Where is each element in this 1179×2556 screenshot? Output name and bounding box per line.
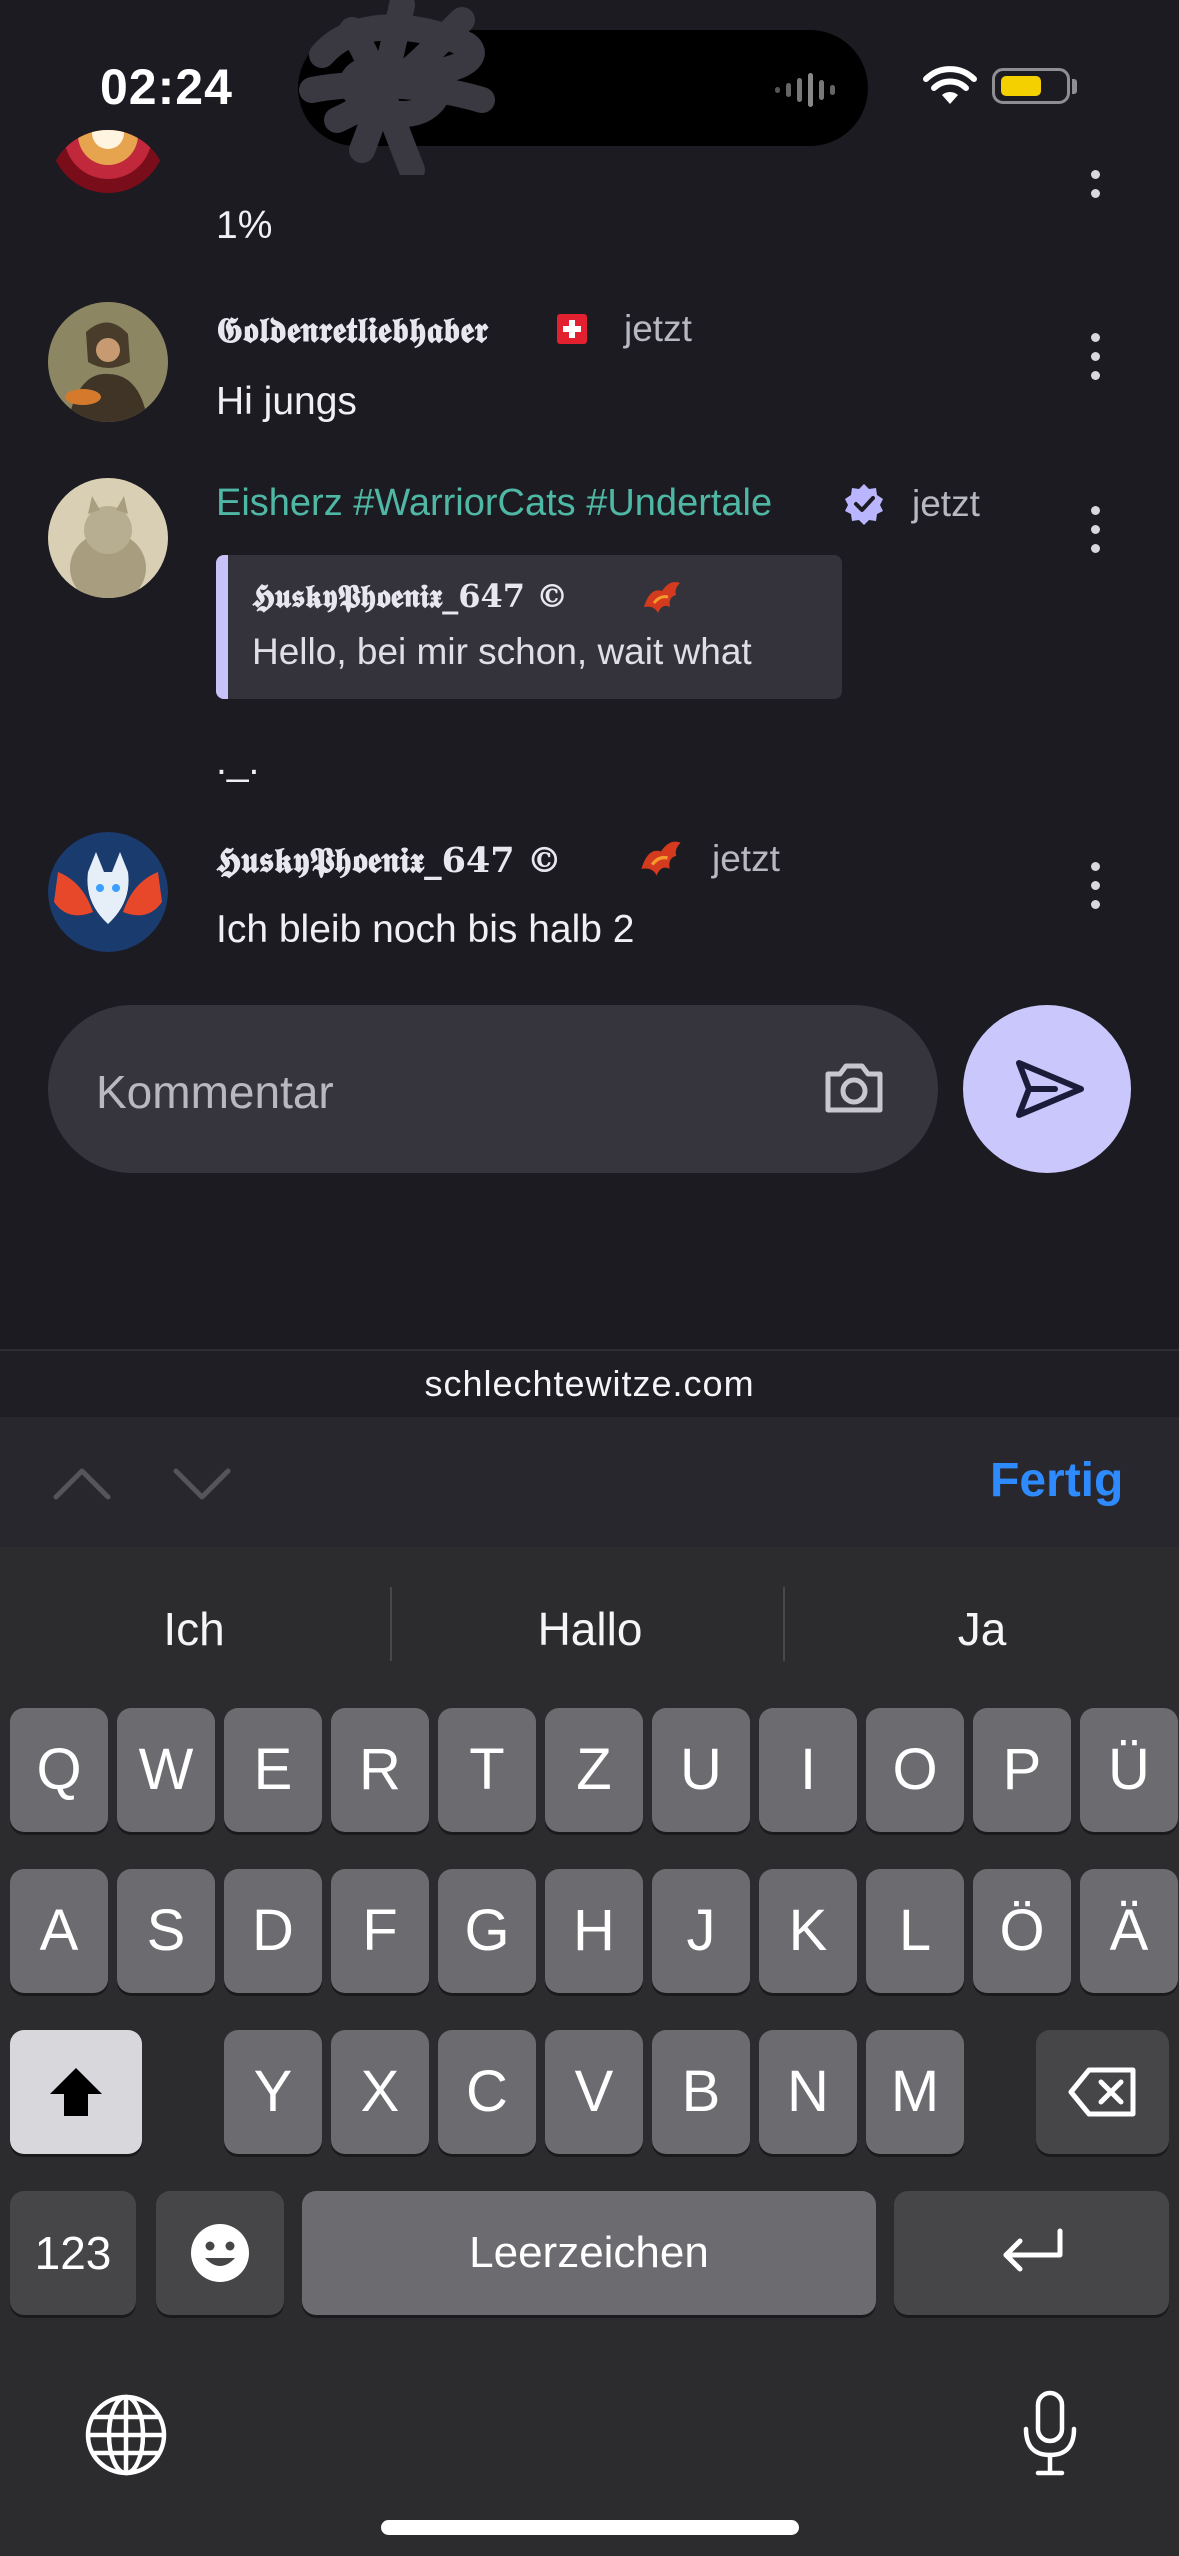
comment-username[interactable]: 𝕲𝖔𝖑𝖉𝖊𝖓𝖗𝖊𝖙𝖑𝖎𝖊𝖇𝖍𝖆𝖇𝖊𝖗: [216, 310, 488, 351]
quote-text: Hello, bei mir schon, wait what: [252, 631, 752, 672]
key-o[interactable]: O: [866, 1708, 964, 1832]
comment-text: Ich bleib noch bis halb 2: [216, 908, 635, 951]
delete-key[interactable]: [1036, 2030, 1169, 2154]
key-j[interactable]: J: [652, 1869, 750, 1993]
key-q[interactable]: Q: [10, 1708, 108, 1832]
key-c[interactable]: C: [438, 2030, 536, 2154]
comment-timestamp: jetzt: [624, 308, 692, 349]
key-z[interactable]: Z: [545, 1708, 643, 1832]
key-x[interactable]: X: [331, 2030, 429, 2154]
more-options-icon[interactable]: [1091, 333, 1105, 390]
phoenix-icon: [644, 582, 680, 613]
keyboard-accessory-bar: Fertig: [0, 1417, 1179, 1547]
comment-text: ._.: [216, 740, 260, 783]
key-u[interactable]: U: [652, 1708, 750, 1832]
done-button[interactable]: Fertig: [990, 1453, 1123, 1508]
phoenix-icon: [641, 841, 681, 876]
key-k[interactable]: K: [759, 1869, 857, 1993]
wifi-icon: [923, 66, 977, 104]
emoji-icon: [191, 2224, 249, 2282]
key-oe[interactable]: Ö: [973, 1869, 1071, 1993]
comment-timestamp: jetzt: [712, 838, 780, 879]
comment-input[interactable]: Kommentar: [48, 1005, 938, 1173]
browser-url-bar[interactable]: schlechtewitze.com: [0, 1349, 1179, 1419]
avatar[interactable]: [48, 302, 168, 422]
key-r[interactable]: R: [331, 1708, 429, 1832]
key-w[interactable]: W: [117, 1708, 215, 1832]
key-d[interactable]: D: [224, 1869, 322, 1993]
key-ue[interactable]: Ü: [1080, 1708, 1178, 1832]
audio-wave-icon: [775, 73, 835, 107]
comment-timestamp: jetzt: [912, 483, 980, 524]
chevron-up-icon[interactable]: [52, 1465, 112, 1501]
comment-username[interactable]: Eisherz #WarriorCats #Undertale: [216, 482, 772, 525]
backspace-icon: [1068, 2067, 1136, 2117]
avatar[interactable]: [48, 130, 168, 250]
suggestion-3[interactable]: Ja: [792, 1602, 1172, 1656]
quoted-comment[interactable]: 𝕳𝖚𝖘𝖐𝖞𝕻𝖍𝖔𝖊𝖓𝖎𝖝_647 © Hello, bei mir schon,…: [216, 555, 842, 699]
key-f[interactable]: F: [331, 1869, 429, 1993]
return-key[interactable]: [894, 2191, 1169, 2315]
shift-key[interactable]: [10, 2030, 142, 2154]
keyboard: Ich Hallo Ja Q W E R T Z U I O P Ü A S D…: [0, 1547, 1179, 2556]
comment-text: 1%: [216, 204, 273, 247]
key-s[interactable]: S: [117, 1869, 215, 1993]
suggestion-1[interactable]: Ich: [4, 1602, 384, 1656]
key-l[interactable]: L: [866, 1869, 964, 1993]
send-icon: [1016, 1060, 1084, 1118]
key-p[interactable]: P: [973, 1708, 1071, 1832]
key-h[interactable]: H: [545, 1869, 643, 1993]
key-b[interactable]: B: [652, 2030, 750, 2154]
numbers-key[interactable]: 123: [10, 2191, 136, 2315]
key-v[interactable]: V: [545, 2030, 643, 2154]
quote-username: 𝕳𝖚𝖘𝖐𝖞𝕻𝖍𝖔𝖊𝖓𝖎𝖝_647 ©: [252, 577, 569, 615]
key-e[interactable]: E: [224, 1708, 322, 1832]
comment-text: Hi jungs: [216, 380, 357, 423]
verified-badge-icon: [845, 484, 883, 525]
avatar[interactable]: [48, 832, 168, 952]
emoji-key[interactable]: [156, 2191, 284, 2315]
more-options-icon[interactable]: [1091, 170, 1105, 208]
key-t[interactable]: T: [438, 1708, 536, 1832]
more-options-icon[interactable]: [1091, 862, 1105, 919]
camera-icon[interactable]: [822, 1060, 886, 1116]
microphone-icon[interactable]: [1018, 2389, 1082, 2479]
key-n[interactable]: N: [759, 2030, 857, 2154]
key-m[interactable]: M: [866, 2030, 964, 2154]
more-options-icon[interactable]: [1091, 506, 1105, 563]
send-button[interactable]: [963, 1005, 1131, 1173]
avatar[interactable]: [48, 478, 168, 598]
shift-icon: [50, 2068, 102, 2116]
globe-icon[interactable]: [84, 2393, 168, 2477]
status-time: 02:24: [100, 59, 233, 115]
key-g[interactable]: G: [438, 1869, 536, 1993]
scribble-redaction: [299, 0, 495, 175]
chevron-down-icon[interactable]: [172, 1467, 232, 1503]
suggestion-2[interactable]: Hallo: [400, 1602, 780, 1656]
comment-input-placeholder: Kommentar: [96, 1066, 334, 1118]
key-ae[interactable]: Ä: [1080, 1869, 1178, 1993]
key-i[interactable]: I: [759, 1708, 857, 1832]
home-indicator[interactable]: [381, 2520, 799, 2535]
comment-username[interactable]: 𝕳𝖚𝖘𝖐𝖞𝕻𝖍𝖔𝖊𝖓𝖎𝖝_647 ©: [216, 840, 562, 881]
key-y[interactable]: Y: [224, 2030, 322, 2154]
url-text: schlechtewitze.com: [424, 1363, 755, 1404]
key-a[interactable]: A: [10, 1869, 108, 1993]
swiss-flag-icon: [557, 314, 587, 344]
space-key[interactable]: Leerzeichen: [302, 2191, 876, 2315]
return-icon: [1003, 2228, 1063, 2272]
battery-icon: [992, 68, 1070, 104]
